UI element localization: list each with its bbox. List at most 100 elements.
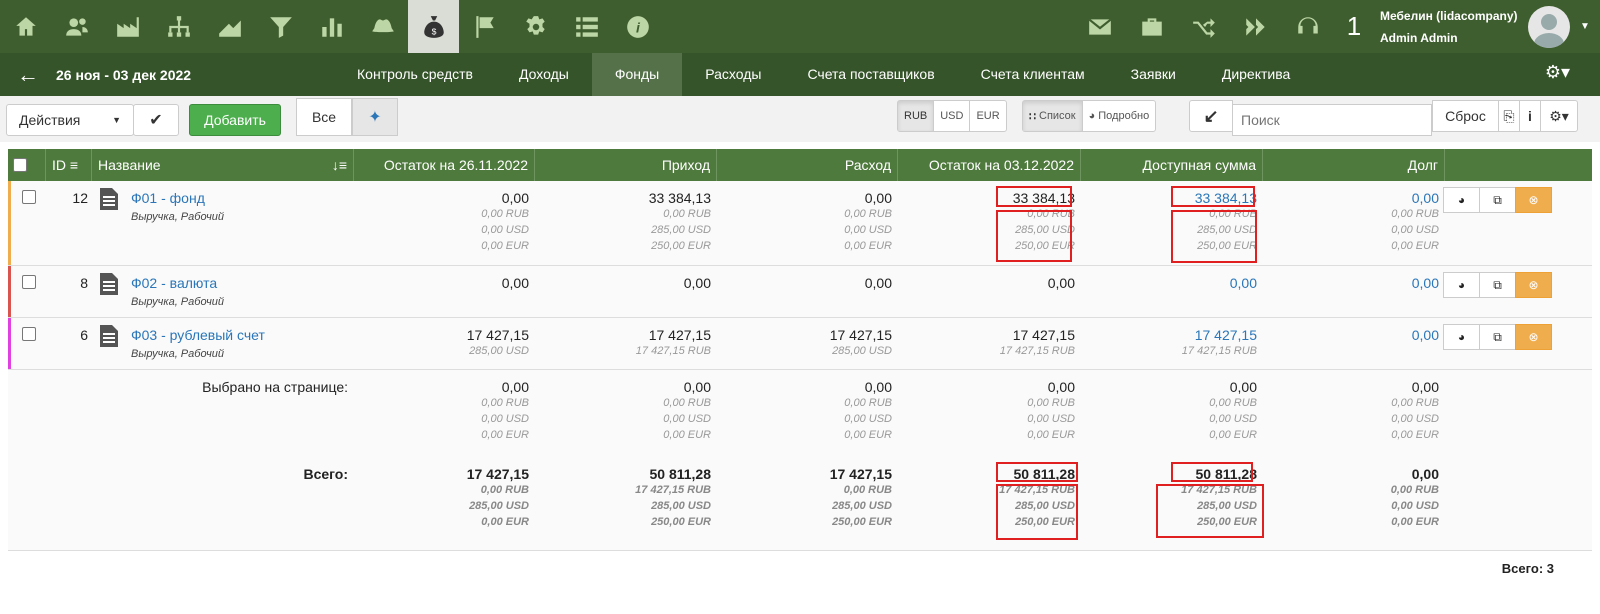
- tab-2[interactable]: Фонды: [591, 53, 683, 96]
- search-input[interactable]: [1232, 104, 1432, 136]
- table-settings-gear-icon[interactable]: ⚙▾: [1540, 100, 1578, 132]
- row-checkbox[interactable]: [22, 327, 36, 341]
- col-income[interactable]: Приход: [535, 149, 717, 181]
- document-icon[interactable]: [100, 273, 118, 295]
- envelope-icon[interactable]: [1074, 0, 1126, 53]
- cell-currency-breakdown: 0,00 EUR: [663, 429, 711, 441]
- table-row[interactable]: 6 Ф03 - рублевый счет Выручка, Рабочий 17 4…: [8, 318, 1592, 370]
- cell-value[interactable]: 0,00: [1263, 190, 1439, 206]
- row-id: 6: [80, 327, 88, 343]
- tab-4[interactable]: Счета поставщиков: [784, 53, 957, 96]
- cell-value[interactable]: 0,00: [1263, 275, 1439, 291]
- info-icon[interactable]: i: [1519, 100, 1541, 132]
- tab-6[interactable]: Заявки: [1108, 53, 1199, 96]
- gear-icon[interactable]: [510, 0, 561, 53]
- tab-1[interactable]: Доходы: [496, 53, 592, 96]
- pie-chart-icon[interactable]: ◕: [1443, 187, 1480, 213]
- cell-currency-breakdown: 0,00 USD: [844, 413, 892, 425]
- copy-icon[interactable]: ⧉: [1479, 272, 1516, 298]
- tab-5[interactable]: Счета клиентам: [958, 53, 1108, 96]
- cell-debt: 0,00 0,00 RUB 0,00 USD 0,00 EUR: [1263, 190, 1439, 254]
- add-button[interactable]: Добавить: [189, 104, 281, 136]
- pie-chart-icon[interactable]: ◕: [1443, 324, 1480, 350]
- document-icon[interactable]: [100, 188, 118, 210]
- table-row[interactable]: 8 Ф02 - валюта Выручка, Рабочий 0,00 0,00 0,0…: [8, 266, 1592, 318]
- close-circle-icon[interactable]: ⊗: [1515, 187, 1552, 213]
- collapse-arrow-button[interactable]: ↙: [1189, 100, 1233, 132]
- settings-gear-icon[interactable]: ⚙▾: [1545, 62, 1570, 83]
- actions-dropdown[interactable]: Действия ▼: [6, 104, 134, 136]
- col-debt[interactable]: Долг: [1263, 149, 1445, 181]
- col-available[interactable]: Доступная сумма: [1081, 149, 1263, 181]
- check-button[interactable]: ✔: [133, 104, 179, 136]
- view-detail-button[interactable]: ◕ Подробно: [1083, 101, 1156, 131]
- document-icon[interactable]: [100, 325, 118, 347]
- money-bag-icon[interactable]: $: [408, 0, 459, 53]
- flag-icon[interactable]: [459, 0, 510, 53]
- tab-7[interactable]: Директива: [1199, 53, 1313, 96]
- total-label: Всего:: [303, 466, 348, 482]
- notification-count[interactable]: 1: [1334, 11, 1374, 42]
- bar-chart-icon[interactable]: [306, 0, 357, 53]
- tab-3[interactable]: Расходы: [682, 53, 784, 96]
- cell-currency-breakdown: 285,00 USD: [469, 500, 529, 512]
- row-checkbox[interactable]: [22, 275, 36, 289]
- cell-value: 0,00: [501, 275, 529, 291]
- copy-icon[interactable]: ⧉: [1479, 187, 1516, 213]
- tab-0[interactable]: Контроль средств: [334, 53, 496, 96]
- avatar[interactable]: [1528, 5, 1570, 48]
- pin-button[interactable]: ✦: [352, 98, 398, 136]
- cell-currency-breakdown: 0,00 RUB: [1390, 484, 1439, 496]
- reset-button[interactable]: Сброс: [1432, 100, 1499, 132]
- area-chart-icon[interactable]: [204, 0, 255, 53]
- cell-currency-breakdown: 285,00 USD: [651, 500, 711, 512]
- print-icon[interactable]: ⎘: [1498, 100, 1520, 132]
- close-circle-icon[interactable]: ⊗: [1515, 272, 1552, 298]
- cell-value[interactable]: 17 427,15: [1081, 327, 1257, 343]
- cell-value[interactable]: 0,00: [1263, 327, 1439, 343]
- col-expense[interactable]: Расход: [717, 149, 898, 181]
- col-start-balance[interactable]: Остаток на 26.11.2022: [354, 149, 535, 181]
- list-icon[interactable]: [561, 0, 612, 53]
- currency-eur[interactable]: EUR: [970, 101, 1005, 131]
- org-chart-icon[interactable]: [153, 0, 204, 53]
- shuffle-icon[interactable]: [1178, 0, 1230, 53]
- cell-income: 50 811,28 17 427,15 RUB 285,00 USD 250,00 E…: [535, 466, 711, 530]
- fund-name-link[interactable]: Ф01 - фонд: [131, 190, 205, 206]
- copy-icon[interactable]: ⧉: [1479, 324, 1516, 350]
- home-icon[interactable]: [0, 0, 51, 53]
- cell-value: 0,00: [864, 379, 892, 395]
- cell-currency-breakdown: 285,00 USD: [832, 500, 892, 512]
- col-end-balance[interactable]: Остаток на 03.12.2022: [898, 149, 1081, 181]
- select-all-checkbox[interactable]: [13, 158, 27, 172]
- view-list-button[interactable]: ∷ Список: [1023, 101, 1083, 131]
- filter-all-button[interactable]: Все: [296, 98, 352, 136]
- factory-icon[interactable]: [102, 0, 153, 53]
- currency-rub[interactable]: RUB: [898, 101, 935, 131]
- currency-usd[interactable]: USD: [934, 101, 971, 131]
- funnel-icon[interactable]: [255, 0, 306, 53]
- info-icon[interactable]: i: [612, 0, 663, 53]
- cell-income: 0,00: [535, 275, 711, 291]
- back-arrow-icon[interactable]: ←: [0, 62, 56, 88]
- close-circle-icon[interactable]: ⊗: [1515, 324, 1552, 350]
- cell-currency-breakdown: 0,00 USD: [1391, 500, 1439, 512]
- hat-icon[interactable]: [357, 0, 408, 53]
- col-id[interactable]: ID ≡: [46, 149, 92, 181]
- headset-icon[interactable]: [1282, 0, 1334, 53]
- user-info[interactable]: Мебелин (lidacompany) Admin Admin: [1374, 5, 1524, 49]
- double-chevron-icon[interactable]: [1230, 0, 1282, 53]
- view-switch: ∷ Список ◕ Подробно: [1022, 100, 1157, 132]
- row-checkbox[interactable]: [22, 190, 36, 204]
- period-label[interactable]: 26 ноя - 03 дек 2022: [56, 67, 296, 83]
- table-row[interactable]: 12 Ф01 - фонд Выручка, Рабочий 0,00 0,00 RUB…: [8, 181, 1592, 266]
- fund-name-link[interactable]: Ф02 - валюта: [131, 275, 217, 291]
- cell-value[interactable]: 0,00: [1081, 275, 1257, 291]
- fund-name-link[interactable]: Ф03 - рублевый счет: [131, 327, 265, 343]
- users-icon[interactable]: [51, 0, 102, 53]
- cell-value: 0,00: [1411, 379, 1439, 395]
- pie-chart-icon[interactable]: ◕: [1443, 272, 1480, 298]
- user-menu-caret-icon[interactable]: ▼: [1570, 21, 1600, 32]
- briefcase-icon[interactable]: [1126, 0, 1178, 53]
- col-name[interactable]: Название ↓≡: [92, 149, 354, 181]
